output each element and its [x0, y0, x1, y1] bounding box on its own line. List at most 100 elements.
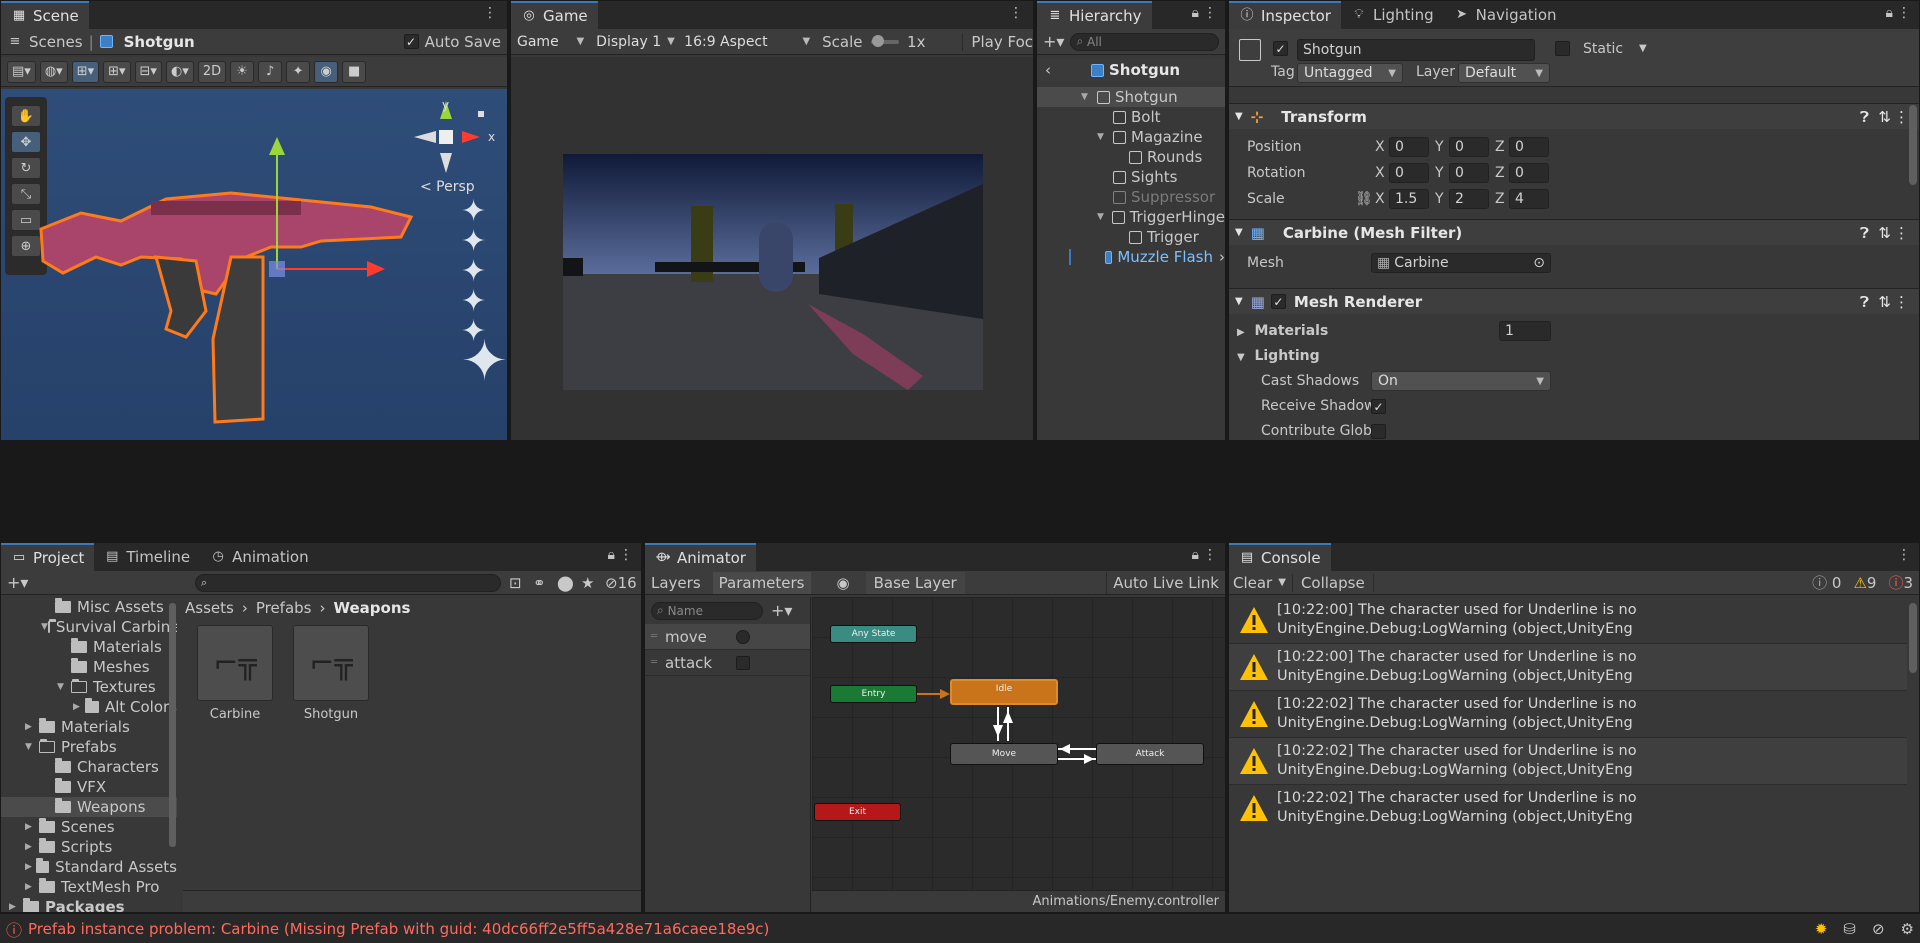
hierarchy-item[interactable]: ▼ Shotgun	[1037, 87, 1225, 107]
favorite-icon[interactable]: ★	[581, 574, 594, 592]
auto-save-checkbox[interactable]: ✓	[403, 34, 419, 49]
tab-animator[interactable]: ⟴ Animator	[645, 543, 756, 571]
renderer-enabled-checkbox[interactable]: ✓	[1270, 294, 1286, 309]
visibility-toggle-icon[interactable]: ◉	[314, 60, 339, 83]
console-log-entry[interactable]: [10:22:00] The character used for Underl…	[1229, 597, 1907, 644]
axis-label-x[interactable]: X	[1375, 191, 1385, 207]
foldout-expanded-icon[interactable]: ▼	[41, 622, 48, 632]
transform-header[interactable]: ▼ ⊹ Transform ❓︎ ⇅ ⋮	[1229, 103, 1919, 129]
foldout-expanded-icon[interactable]: ▼	[1097, 132, 1113, 142]
project-folder-item[interactable]: ▶ Standard Assets	[1, 857, 177, 877]
project-folder-item[interactable]: ▼ Prefabs	[1, 737, 177, 757]
rotation-z-field[interactable]: 0	[1509, 163, 1549, 183]
display-dropdown[interactable]: Display 1 ▼	[590, 31, 678, 53]
object-picker-icon[interactable]: ⊙	[1533, 255, 1545, 271]
scene-viewport[interactable]: ✋ ✥ ↻ ⤡ ▭ ⊕ y x < Persp ✦ ✦ ✦ ✦ ✦ ✦	[1, 89, 507, 440]
inspector-lock-icon[interactable]: 🔒︎	[1886, 5, 1893, 21]
tab-parameters[interactable]: Parameters	[712, 571, 811, 594]
mode-2d-button[interactable]: 2D	[197, 60, 227, 83]
project-folder-item[interactable]: ▶ Scenes	[1, 817, 177, 837]
filter-type-icon[interactable]: ⚭	[533, 574, 546, 592]
foldout-expanded-icon[interactable]: ▼	[25, 742, 39, 752]
help-icon[interactable]: ❓︎	[1860, 293, 1869, 311]
tab-lighting[interactable]: 💡︎ Lighting	[1341, 1, 1444, 29]
create-button[interactable]: +▾	[1043, 32, 1064, 51]
rotation-y-field[interactable]: 0	[1449, 163, 1489, 183]
tab-animation[interactable]: ◷ Animation	[200, 543, 318, 571]
receive-shadows-checkbox[interactable]: ✓	[1371, 399, 1386, 414]
shading-button[interactable]: ◐▾	[165, 60, 194, 83]
breadcrumb-weapons[interactable]: Weapons	[334, 599, 411, 617]
constrain-proportions-icon[interactable]: ⛓	[1355, 191, 1373, 207]
collapse-button[interactable]: Collapse	[1291, 573, 1374, 592]
breadcrumb-scenes[interactable]: Scenes	[29, 33, 83, 51]
base-layer-breadcrumb[interactable]: Base Layer	[865, 571, 965, 594]
scale-z-field[interactable]: 4	[1509, 189, 1549, 209]
hierarchy-item[interactable]: Suppressor	[1037, 187, 1225, 207]
axis-label-y[interactable]: Y	[1435, 139, 1444, 155]
foldout-collapsed-icon[interactable]: ▶	[25, 842, 39, 852]
mesh-field[interactable]: ▦ Carbine ⊙	[1371, 253, 1551, 273]
search-by-type-icon[interactable]: ⊡	[509, 574, 522, 592]
foldout-collapsed-icon[interactable]: ▶	[25, 722, 39, 732]
persp-label[interactable]: < Persp	[420, 179, 475, 195]
scale-slider[interactable]	[870, 34, 900, 47]
tab-scene[interactable]: ▦ Scene	[1, 1, 89, 29]
tab-layers[interactable]: Layers	[645, 574, 707, 592]
console-log-entry[interactable]: [10:22:02] The character used for Underl…	[1229, 691, 1907, 738]
asset-carbine[interactable]: ⌐╦ Carbine	[197, 625, 273, 722]
breadcrumb-object[interactable]: Shotgun	[124, 33, 195, 51]
static-dropdown-icon[interactable]: ▼	[1639, 43, 1647, 54]
lightbulb-status-icon[interactable]: ✹	[1815, 920, 1828, 938]
lighting-toggle-icon[interactable]: ☀	[230, 60, 255, 83]
contribute-gi-checkbox[interactable]	[1371, 424, 1386, 439]
active-checkbox[interactable]: ✓	[1273, 41, 1288, 56]
tab-project[interactable]: ▭ Project	[1, 543, 95, 571]
project-menu-icon[interactable]: ⋮	[619, 547, 633, 563]
foldout-expanded-icon[interactable]: ▼	[1081, 92, 1097, 102]
add-parameter-button[interactable]: +▾	[771, 601, 792, 620]
foldout-expanded-icon[interactable]: ▼	[57, 682, 71, 692]
camera-icon[interactable]: ■	[342, 60, 367, 83]
hierarchy-item[interactable]: Sights	[1037, 167, 1225, 187]
layer-dropdown[interactable]: Default ▼	[1458, 63, 1550, 83]
preset-icon[interactable]: ⇅	[1878, 293, 1891, 311]
static-checkbox[interactable]	[1555, 41, 1570, 56]
materials-count-field[interactable]: 1	[1499, 321, 1551, 341]
axis-label-z[interactable]: Z	[1495, 165, 1505, 181]
help-icon[interactable]: ❓︎	[1860, 108, 1869, 126]
project-folder-item[interactable]: ▶ TextMesh Pro	[1, 877, 177, 897]
object-name-field[interactable]: Shotgun	[1297, 39, 1535, 61]
preset-icon[interactable]: ⇅	[1878, 224, 1891, 242]
aspect-dropdown[interactable]: 16:9 Aspect ▼	[678, 31, 816, 53]
project-folder-item[interactable]: ▶ Alt Colors	[1, 697, 177, 717]
grid-snap-button[interactable]: ⊞▾	[71, 60, 100, 83]
rotation-x-field[interactable]: 0	[1389, 163, 1429, 183]
axis-label-x[interactable]: X	[1375, 165, 1385, 181]
hidden-packages-icon[interactable]: ⊘16	[605, 574, 637, 592]
tab-game[interactable]: ◎ Game	[511, 1, 598, 29]
drag-handle-icon[interactable]: ═	[651, 631, 657, 642]
project-search-input[interactable]: ⌕	[195, 573, 501, 592]
tab-console[interactable]: ▤ Console	[1229, 543, 1331, 571]
error-filter-button[interactable]: ⓘ3	[1888, 572, 1913, 593]
project-folder-item[interactable]: ▶ Packages	[1, 897, 177, 912]
breadcrumb-prefabs[interactable]: Prefabs	[256, 599, 312, 617]
parameter-row[interactable]: ═ move	[645, 624, 810, 650]
draw-mode-button[interactable]: ▤▾	[7, 60, 36, 83]
project-folder-item[interactable]: Materials	[1, 637, 177, 657]
foldout-collapsed-icon[interactable]: ▶	[9, 902, 23, 912]
project-folder-item[interactable]: ▶ Materials	[1, 717, 177, 737]
hierarchy-menu-icon[interactable]: ⋮	[1203, 5, 1217, 21]
axis-label-x[interactable]: X	[1375, 139, 1385, 155]
hierarchy-lock-icon[interactable]: 🔒︎	[1192, 5, 1199, 21]
mesh-filter-header[interactable]: ▼ ▦ Carbine (Mesh Filter) ❓︎ ⇅ ⋮	[1229, 219, 1919, 245]
cast-shadows-dropdown[interactable]: On ▼	[1371, 371, 1551, 391]
hierarchy-item[interactable]: ▼ Magazine	[1037, 127, 1225, 147]
project-folder-item[interactable]: ▶ Scripts	[1, 837, 177, 857]
project-folder-item[interactable]: ▼ Survival Carbine	[1, 617, 177, 637]
component-menu-icon[interactable]: ⋮	[1894, 293, 1909, 311]
settings-status-icon[interactable]: ⚙	[1901, 920, 1914, 938]
component-menu-icon[interactable]: ⋮	[1894, 108, 1909, 126]
create-asset-button[interactable]: +▾	[7, 573, 28, 592]
